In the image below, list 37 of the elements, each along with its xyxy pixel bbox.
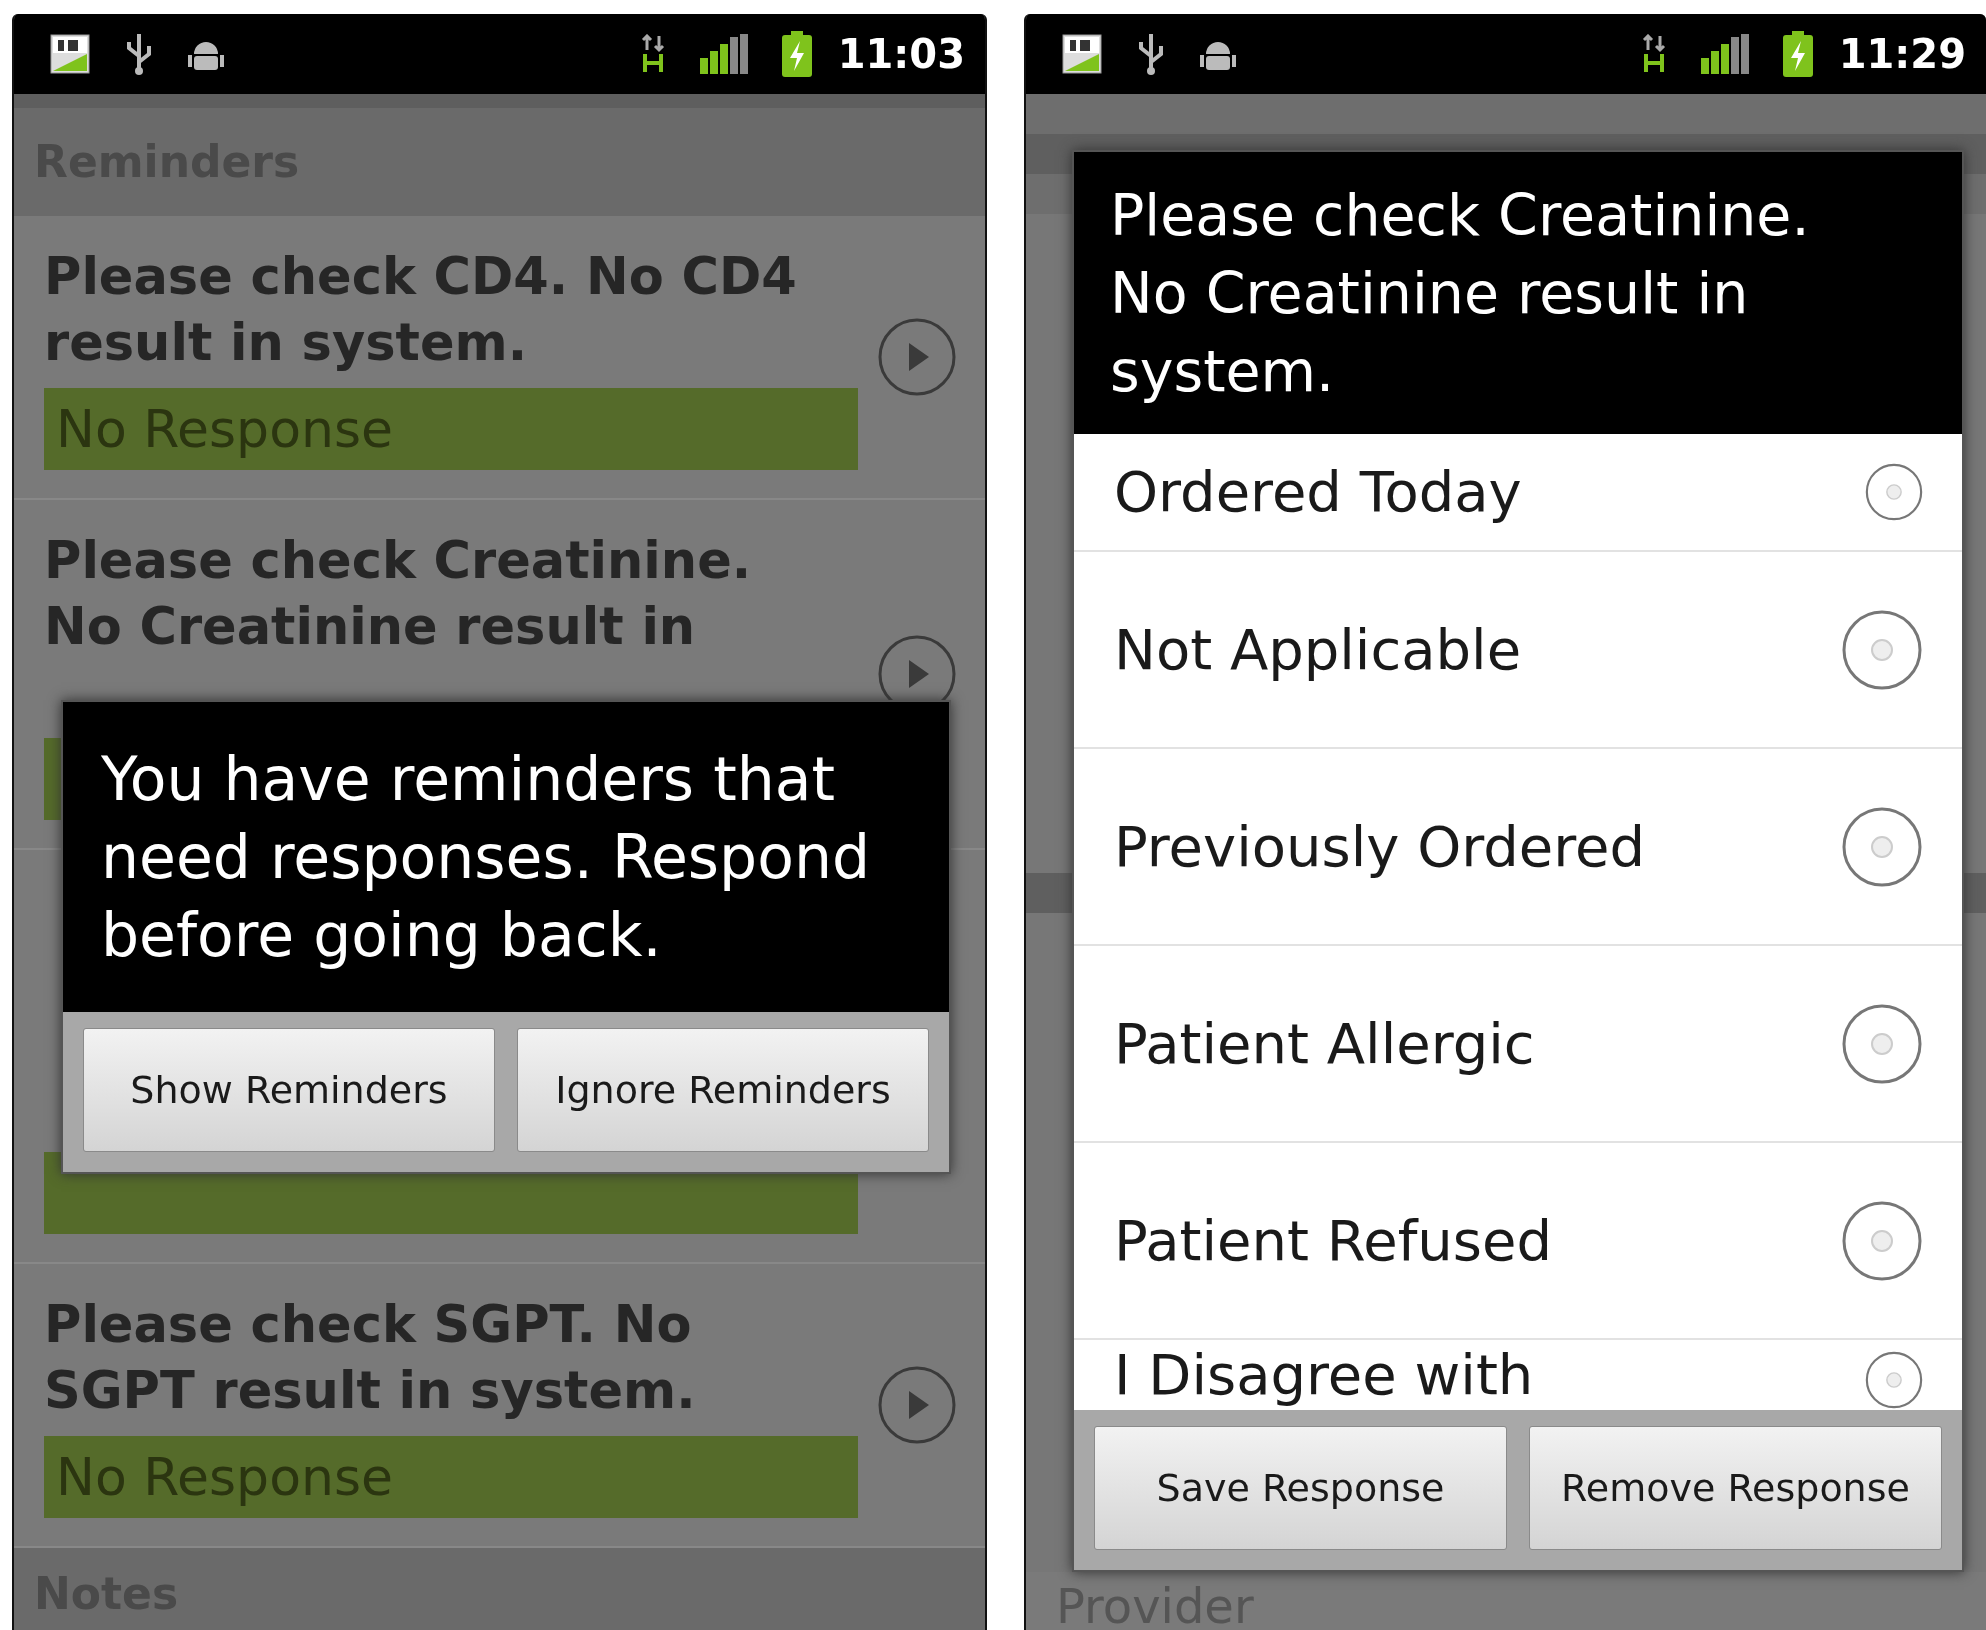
option-row[interactable]: Patient Allergic [1074, 946, 1962, 1143]
signal-icon [699, 34, 748, 74]
option-row[interactable]: Patient Refused [1074, 1143, 1962, 1340]
option-label: Patient Allergic [1114, 1009, 1535, 1078]
radio-button[interactable] [1864, 1350, 1924, 1410]
option-label: Previously Ordered [1114, 812, 1646, 881]
signal-icon [1700, 34, 1749, 74]
option-label: Patient Refused [1114, 1206, 1553, 1275]
usb-icon [124, 32, 154, 76]
option-label: I Disagree with [1114, 1341, 1534, 1409]
usb-icon [1136, 32, 1166, 76]
reminder-text: Please check SGPT. No SGPT result in system. [44, 1294, 697, 1422]
status-time: 11:03 [837, 31, 965, 77]
dialog-button[interactable]: Save Response [1094, 1426, 1507, 1550]
option-label: Ordered Today [1114, 458, 1522, 526]
reminder-text: Please check CD4. No CD4 result in system. [44, 246, 798, 374]
dialog-button[interactable]: Show Reminders [83, 1028, 495, 1152]
play-circle-icon [877, 317, 957, 397]
battery-charging-icon [781, 31, 812, 77]
option-row[interactable]: I Disagree with [1074, 1340, 1962, 1410]
reminder-text: Please check Creatinine. No Creatinine result in [44, 530, 753, 658]
option-label: Not Applicable [1114, 615, 1522, 684]
dialog-button[interactable]: Ignore Reminders [517, 1028, 929, 1152]
status-time: 11:29 [1838, 31, 1966, 77]
dialog-message: You have reminders that need responses. Respond before going back. [63, 702, 949, 1012]
play-circle-icon [877, 1365, 957, 1445]
option-row[interactable]: Ordered Today [1074, 434, 1962, 552]
option-row[interactable]: Previously Ordered [1074, 749, 1962, 946]
option-row[interactable]: Not Applicable [1074, 552, 1962, 749]
dialog-title: Please check Creatinine. No Creatinine result in system. [1074, 152, 1962, 434]
data-activity-icon [1640, 34, 1667, 74]
dialog-button[interactable]: Remove Response [1529, 1426, 1942, 1550]
battery-charging-icon [1782, 31, 1813, 77]
radio-button[interactable] [1864, 462, 1924, 522]
network-type-icon [1062, 34, 1102, 74]
data-activity-icon [639, 34, 666, 74]
network-type-icon [50, 34, 90, 74]
